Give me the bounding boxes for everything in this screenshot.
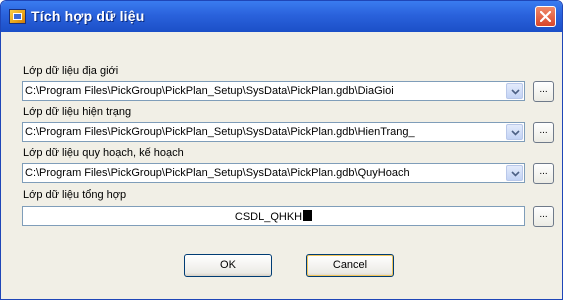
dropdown-button[interactable]	[506, 83, 523, 99]
field-label-dia-gioi: Lớp dữ liệu địa giới	[23, 65, 119, 77]
combo-hien-trang[interactable]: C:\Program Files\PickGroup\PickPlan_Setu…	[22, 122, 525, 142]
combo-quy-hoach[interactable]: C:\Program Files\PickGroup\PickPlan_Setu…	[22, 163, 525, 183]
field-label-hien-trang: Lớp dữ liệu hiện trạng	[23, 106, 132, 118]
close-icon	[540, 11, 551, 22]
ok-button[interactable]: OK	[184, 254, 272, 277]
browse-button-hien-trang[interactable]: ...	[533, 122, 554, 143]
close-button[interactable]	[535, 6, 556, 27]
chevron-down-icon	[511, 130, 520, 136]
window-title: Tích hợp dữ liệu	[31, 8, 145, 24]
combo-value: C:\Program Files\PickGroup\PickPlan_Setu…	[25, 167, 410, 179]
field-label-tong-hop: Lớp dữ liệu tổng hợp	[23, 189, 127, 201]
dropdown-button[interactable]	[506, 165, 523, 181]
field-label-quy-hoach: Lớp dữ liệu quy hoạch, kế hoạch	[23, 147, 184, 159]
title-bar[interactable]: Tích hợp dữ liệu	[1, 1, 562, 32]
dialog-content: Lớp dữ liệu địa giới C:\Program Files\Pi…	[1, 32, 562, 299]
cancel-button[interactable]: Cancel	[306, 254, 394, 277]
text-cursor	[303, 210, 313, 221]
browse-button-dia-gioi[interactable]: ...	[533, 81, 554, 102]
dialog-window: Tích hợp dữ liệu Lớp dữ liệu địa giới C:…	[0, 0, 563, 300]
browse-button-quy-hoach[interactable]: ...	[533, 163, 554, 184]
output-name-value: CSDL_QHKH	[234, 211, 303, 223]
chevron-down-icon	[511, 171, 520, 177]
browse-button-tong-hop[interactable]: ...	[533, 206, 554, 227]
combo-dia-gioi[interactable]: C:\Program Files\PickGroup\PickPlan_Setu…	[22, 81, 525, 101]
combo-value: C:\Program Files\PickGroup\PickPlan_Setu…	[25, 126, 415, 138]
dropdown-button[interactable]	[506, 124, 523, 140]
chevron-down-icon	[511, 89, 520, 95]
app-icon	[9, 9, 26, 24]
combo-value: C:\Program Files\PickGroup\PickPlan_Setu…	[25, 85, 394, 97]
output-name-input[interactable]: CSDL_QHKH	[22, 206, 525, 226]
